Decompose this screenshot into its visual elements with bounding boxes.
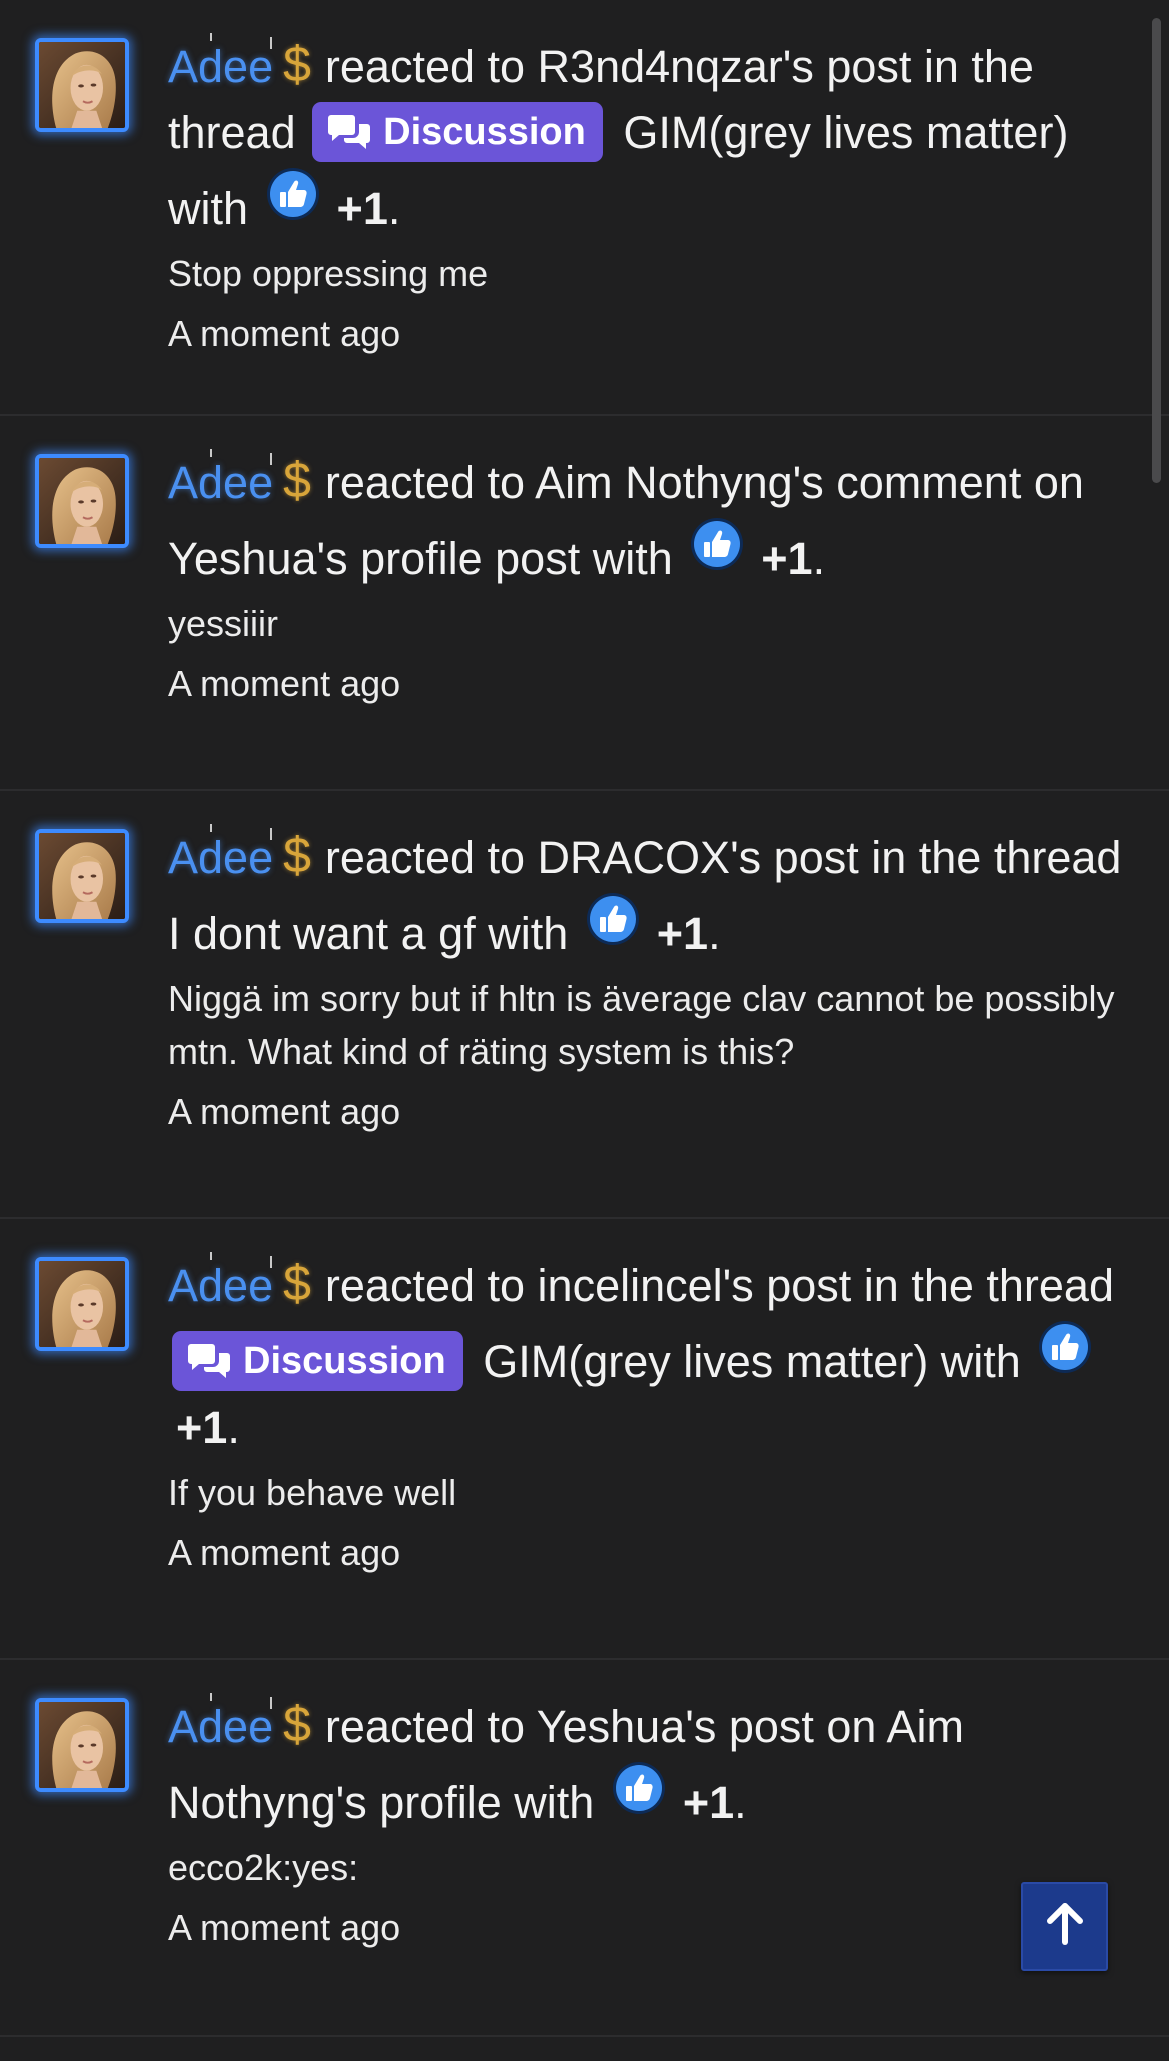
avatar[interactable] bbox=[35, 1257, 129, 1351]
alerts-feed: Adee $ reacted to R3nd4nqzar's post in the… bbox=[0, 0, 1169, 2061]
reaction-label: +1 bbox=[761, 533, 813, 584]
discussion-prefix-badge[interactable]: Discussion bbox=[312, 102, 603, 162]
sparkle-decoration bbox=[210, 33, 212, 41]
sparkle-decoration bbox=[270, 828, 272, 840]
thumbs-up-icon bbox=[689, 516, 745, 572]
sentence-end: . bbox=[734, 1777, 747, 1828]
sparkle-decoration bbox=[270, 1697, 272, 1709]
alert-text: Adee $ reacted to Yeshua's post on Aim Not… bbox=[168, 1693, 1129, 1836]
sparkle-decoration bbox=[210, 1252, 212, 1260]
sentence-end: . bbox=[387, 183, 401, 234]
chat-bubbles-icon bbox=[188, 1344, 230, 1378]
sentence-end: . bbox=[227, 1402, 240, 1453]
badge-label: Discussion bbox=[243, 1340, 446, 1382]
dollar-sign-icon: $ bbox=[283, 1255, 311, 1311]
alert-item[interactable]: Adee $ reacted to incelincel's post in the… bbox=[0, 1219, 1169, 1660]
content-snippet: Stop oppressing me bbox=[168, 253, 489, 294]
username-link[interactable]: Adee bbox=[168, 1252, 273, 1311]
thread-title-link[interactable]: GIM(grey lives matter) with bbox=[483, 1336, 1021, 1387]
discussion-prefix-badge[interactable]: Discussion bbox=[172, 1331, 463, 1391]
alert-item[interactable]: Adee $ reacted to Aim Nothyng's comment on… bbox=[0, 416, 1169, 791]
username-link[interactable]: Adee bbox=[168, 824, 273, 883]
content-snippet: Niggä im sorry but if hltn is äverage cl… bbox=[168, 978, 1115, 1072]
dollar-sign-icon: $ bbox=[283, 1696, 311, 1752]
content-snippet: If you behave well bbox=[168, 1472, 457, 1513]
dollar-sign-icon: $ bbox=[283, 827, 311, 883]
timestamp[interactable]: A moment ago bbox=[168, 1901, 1129, 1954]
sparkle-decoration bbox=[210, 1693, 212, 1701]
content-snippet: yessiiir bbox=[168, 603, 279, 644]
alert-action-text[interactable]: reacted to DRACOX's post in the thread I… bbox=[168, 832, 1121, 959]
timestamp[interactable]: A moment ago bbox=[168, 1085, 1129, 1138]
chat-bubbles-icon bbox=[328, 115, 371, 149]
sparkle-decoration bbox=[270, 453, 272, 465]
arrow-up-icon bbox=[1046, 1903, 1083, 1945]
reaction-label: +1 bbox=[336, 183, 388, 234]
sentence-end: . bbox=[708, 908, 721, 959]
reaction-label: +1 bbox=[682, 1777, 735, 1828]
sparkle-decoration bbox=[270, 37, 272, 49]
content-snippet: ecco2k:yes: bbox=[168, 1847, 359, 1888]
username-link[interactable]: Adee bbox=[168, 33, 273, 92]
thumbs-up-icon bbox=[585, 891, 641, 947]
sparkle-decoration bbox=[210, 824, 212, 832]
reaction-label: +1 bbox=[176, 1402, 228, 1453]
alert-text: Adee $ reacted to DRACOX's post in the thr… bbox=[168, 824, 1129, 967]
avatar[interactable] bbox=[35, 454, 129, 548]
alert-text: Adee $ reacted to R3nd4nqzar's post in the… bbox=[168, 33, 1129, 242]
alert-text: Adee $ reacted to incelincel's post in the… bbox=[168, 1252, 1129, 1461]
thumbs-up-icon bbox=[265, 166, 321, 222]
alert-item[interactable]: Adee $ reacted to Yeshua's post on Aim Not… bbox=[0, 1660, 1169, 2037]
thumbs-up-icon bbox=[1037, 1319, 1093, 1375]
alert-action-text[interactable]: reacted to incelincel's post in the thre… bbox=[325, 1260, 1114, 1311]
timestamp[interactable]: A moment ago bbox=[168, 1526, 1129, 1579]
badge-label: Discussion bbox=[383, 111, 586, 153]
alert-item[interactable]: Adee $ reacted to DRACOX's post in the thr… bbox=[0, 791, 1169, 1219]
avatar[interactable] bbox=[35, 38, 129, 132]
dollar-sign-icon: $ bbox=[283, 452, 311, 508]
avatar[interactable] bbox=[35, 1698, 129, 1792]
back-to-top-button[interactable] bbox=[1021, 1882, 1108, 1971]
alert-text: Adee $ reacted to Aim Nothyng's comment on… bbox=[168, 449, 1129, 592]
thumbs-up-icon bbox=[611, 1760, 667, 1816]
scrollbar-thumb[interactable] bbox=[1152, 18, 1161, 483]
dollar-sign-icon: $ bbox=[283, 36, 311, 92]
username-link[interactable]: Adee bbox=[168, 449, 273, 508]
timestamp[interactable]: A moment ago bbox=[168, 657, 1129, 710]
alert-item[interactable]: Adee $ reacted to R3nd4nqzar's post in the… bbox=[0, 0, 1169, 416]
username-link[interactable]: Adee bbox=[168, 1693, 273, 1752]
avatar[interactable] bbox=[35, 829, 129, 923]
sparkle-decoration bbox=[270, 1256, 272, 1268]
sparkle-decoration bbox=[210, 449, 212, 457]
timestamp[interactable]: A moment ago bbox=[168, 307, 1129, 360]
reaction-label: +1 bbox=[656, 908, 709, 959]
sentence-end: . bbox=[812, 533, 826, 584]
